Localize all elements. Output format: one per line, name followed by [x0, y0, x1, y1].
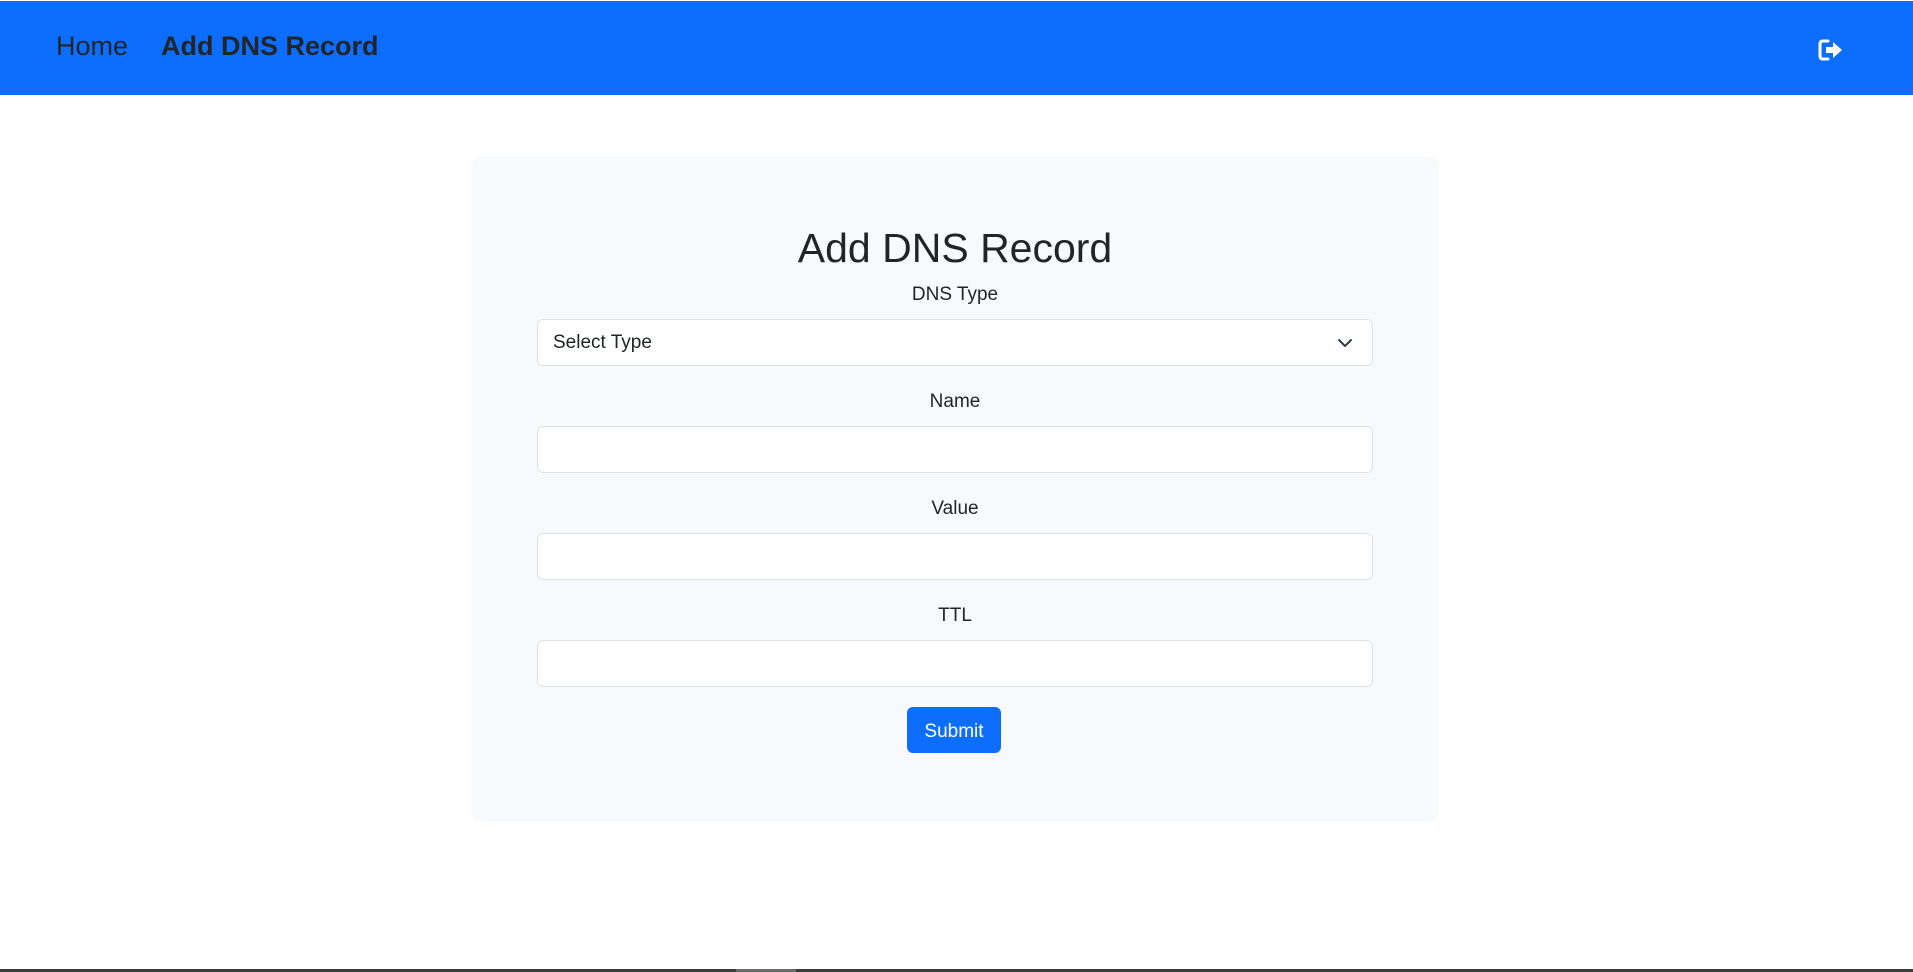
value-input[interactable] [537, 533, 1373, 580]
top-navbar: Home Add DNS Record [0, 1, 1913, 95]
value-label: Value [931, 498, 979, 519]
ttl-label: TTL [938, 605, 972, 626]
dns-type-selected-value: Select Type [553, 332, 652, 353]
nav-link-home[interactable]: Home [56, 29, 128, 63]
name-label: Name [929, 391, 981, 412]
logout-icon [1818, 39, 1842, 61]
form-title: Add DNS Record [797, 225, 1113, 271]
submit-button[interactable]: Submit [907, 707, 1001, 753]
chevron-down-icon [1338, 339, 1352, 347]
name-input[interactable] [537, 426, 1373, 473]
ttl-input[interactable] [537, 640, 1373, 687]
add-dns-record-card: Add DNS Record DNS Type Select Type Name… [472, 157, 1438, 821]
dns-type-select[interactable]: Select Type [537, 319, 1373, 366]
dns-type-label: DNS Type [911, 284, 999, 305]
logout-button[interactable] [1816, 35, 1846, 65]
nav-link-add-dns-record[interactable]: Add DNS Record [161, 29, 379, 63]
